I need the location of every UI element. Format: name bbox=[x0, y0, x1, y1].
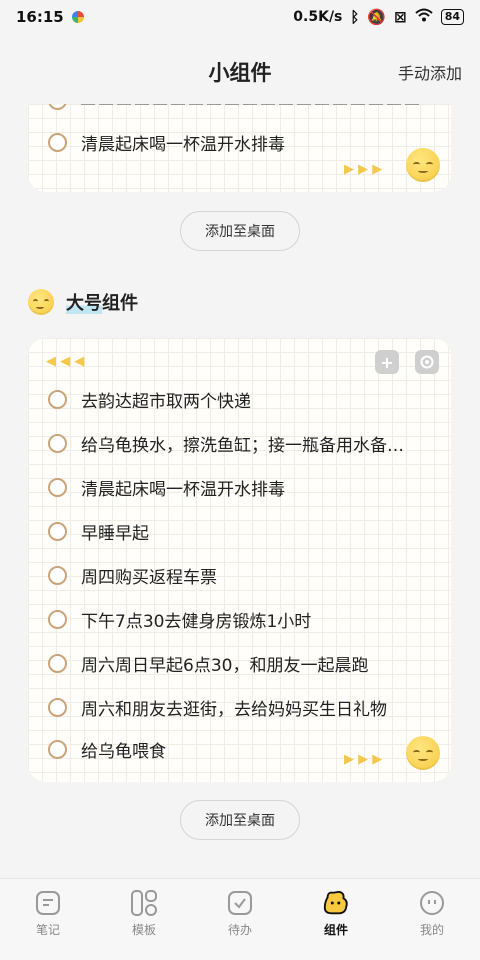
nav-item-templates[interactable]: 模板 bbox=[108, 889, 180, 938]
todo-item[interactable]: 给乌龟换水，擦洗鱼缸；接一瓶备用水备… bbox=[48, 425, 437, 461]
checkbox-circle[interactable] bbox=[48, 565, 67, 585]
arrows-left-icon: ◀ ◀ ◀ bbox=[46, 354, 85, 369]
template-icon bbox=[130, 889, 158, 917]
bottom-nav: 笔记 模板 待办 组件 我的 bbox=[0, 878, 480, 960]
nav-label: 我的 bbox=[419, 923, 444, 937]
smiley-face-icon bbox=[406, 148, 440, 182]
checkbox-circle[interactable] bbox=[48, 104, 67, 110]
clipped-todo-item bbox=[48, 104, 437, 112]
todo-text: 给乌龟换水，擦洗鱼缸；接一瓶备用水备… bbox=[81, 435, 404, 456]
mute-icon: 🔕 bbox=[367, 8, 387, 26]
todo-text: 去韵达超市取两个快递 bbox=[81, 391, 251, 412]
checkbox-circle[interactable] bbox=[48, 132, 67, 152]
clipped-text bbox=[81, 104, 421, 105]
card-tools: + bbox=[375, 350, 439, 374]
widget-icon bbox=[322, 889, 350, 917]
todo-text: 清晨起床喝一杯温开水排毒 bbox=[81, 479, 285, 500]
nav-label: 笔记 bbox=[35, 923, 60, 937]
checkbox-circle[interactable] bbox=[48, 653, 67, 673]
bluetooth-icon: ᛒ bbox=[350, 8, 360, 26]
wifi-icon bbox=[415, 8, 433, 26]
todo-text: 下午7点30去健身房锻炼1小时 bbox=[81, 611, 312, 632]
checkbox-circle[interactable] bbox=[48, 521, 67, 541]
todo-text: 周六和朋友去逛街，去给妈妈买生日礼物 bbox=[81, 699, 387, 720]
todo-item[interactable]: 早睡早起 bbox=[48, 513, 437, 549]
status-bar: 16:15 0.5K/s ᛒ 🔕 ⊠ 84 bbox=[0, 0, 480, 34]
arrows-right-icon: ▶ ▶ ▶ bbox=[344, 162, 383, 177]
checkbox-circle[interactable] bbox=[48, 697, 67, 717]
add-to-desktop-button[interactable]: 添加至桌面 bbox=[180, 211, 300, 251]
todo-item[interactable]: 下午7点30去健身房锻炼1小时 bbox=[48, 601, 437, 637]
todo-text: 周六周日早起6点30，和朋友一起晨跑 bbox=[81, 655, 369, 676]
todo-text: 周四购买返程车票 bbox=[81, 567, 217, 588]
app-notification-icon bbox=[71, 11, 84, 23]
checkbox-circle[interactable] bbox=[48, 389, 67, 409]
add-to-desktop-button[interactable]: 添加至桌面 bbox=[180, 800, 300, 840]
nav-item-widgets[interactable]: 组件 bbox=[300, 889, 372, 938]
checkbox-circle[interactable] bbox=[48, 739, 67, 759]
todo-text: 早睡早起 bbox=[81, 523, 149, 544]
sleepy-face-icon bbox=[28, 289, 54, 315]
smiley-face-icon bbox=[406, 736, 440, 770]
nav-item-profile[interactable]: 我的 bbox=[396, 889, 468, 938]
sim-icon: ⊠ bbox=[394, 8, 407, 26]
settings-icon[interactable] bbox=[415, 350, 439, 374]
section-title-highlight: 大号 bbox=[66, 293, 102, 314]
todo-text: 给乌龟喂食 bbox=[81, 741, 166, 762]
checkbox-circle[interactable] bbox=[48, 433, 67, 453]
todo-text: 清晨起床喝一杯温开水排毒 bbox=[81, 134, 285, 155]
status-time: 16:15 bbox=[16, 8, 64, 26]
note-icon bbox=[34, 889, 62, 917]
profile-icon bbox=[418, 889, 446, 917]
todo-icon bbox=[226, 889, 254, 917]
todo-item[interactable]: 周四购买返程车票 bbox=[48, 557, 437, 593]
section-title-text: 大号组件 bbox=[66, 289, 138, 315]
section-title: 大号组件 bbox=[28, 286, 138, 318]
section-title-rest: 组件 bbox=[102, 293, 138, 314]
todo-item[interactable]: 清晨起床喝一杯温开水排毒 bbox=[48, 469, 437, 505]
arrows-right-icon: ▶ ▶ ▶ bbox=[344, 752, 383, 767]
network-speed: 0.5K/s bbox=[293, 9, 343, 25]
nav-label: 模板 bbox=[131, 923, 156, 937]
small-widget-preview: 清晨起床喝一杯温开水排毒 ▶ ▶ ▶ bbox=[28, 104, 451, 192]
todo-item[interactable]: 清晨起床喝一杯温开水排毒 bbox=[48, 124, 437, 160]
nav-item-todo[interactable]: 待办 bbox=[204, 889, 276, 938]
page-title: 小组件 bbox=[208, 61, 272, 85]
todo-item[interactable]: 周六周日早起6点30，和朋友一起晨跑 bbox=[48, 645, 437, 681]
nav-label: 组件 bbox=[323, 923, 348, 937]
add-icon[interactable]: + bbox=[375, 350, 399, 374]
battery-icon: 84 bbox=[440, 9, 464, 25]
nav-label: 待办 bbox=[227, 923, 252, 937]
checkbox-circle[interactable] bbox=[48, 609, 67, 629]
todo-item[interactable]: 去韵达超市取两个快递 bbox=[48, 381, 437, 417]
page-header: 小组件 手动添加 bbox=[0, 48, 480, 96]
todo-item[interactable]: 周六和朋友去逛街，去给妈妈买生日礼物 bbox=[48, 689, 437, 725]
large-widget-preview: ◀ ◀ ◀ + 去韵达超市取两个快递 给乌龟换水，擦洗鱼缸；接一瓶备用水备… 清… bbox=[28, 338, 451, 782]
manual-add-button[interactable]: 手动添加 bbox=[398, 60, 462, 84]
nav-item-notes[interactable]: 笔记 bbox=[12, 889, 84, 938]
checkbox-circle[interactable] bbox=[48, 477, 67, 497]
